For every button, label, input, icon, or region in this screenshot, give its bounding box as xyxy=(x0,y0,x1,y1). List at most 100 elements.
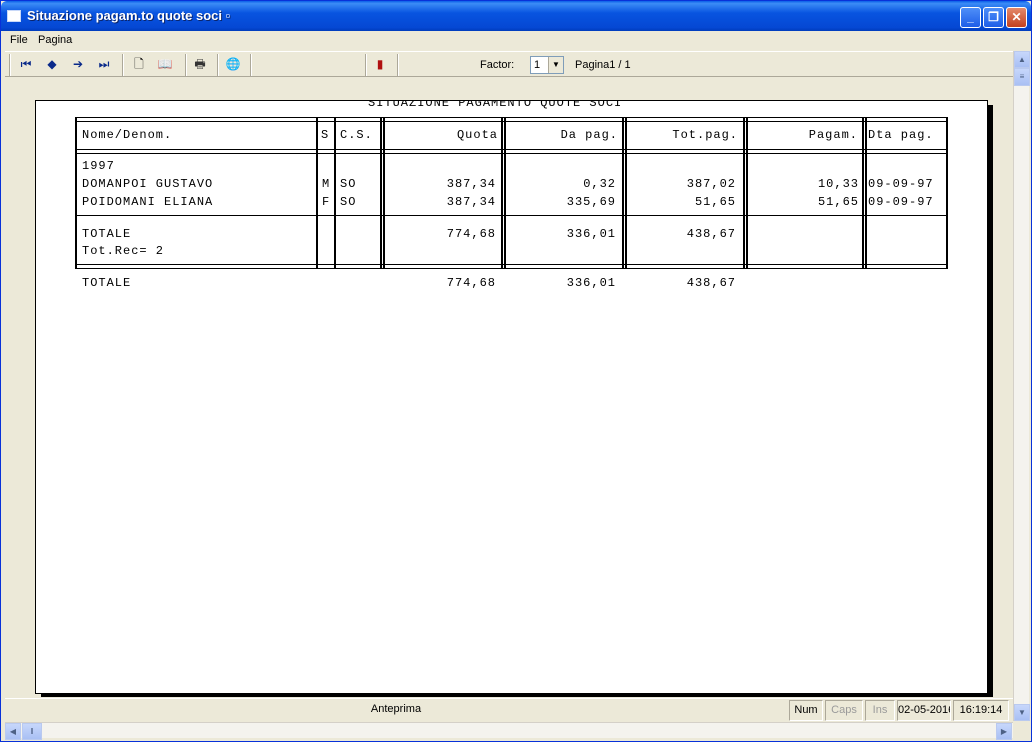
scroll-thumb[interactable]: ≡ xyxy=(1014,68,1030,86)
minimize-button[interactable]: _ xyxy=(960,7,981,28)
toolbar: ⏮ ◆ ➔ ⏭ 🗋 📖 🖶 🌐 ▮ Factor: 1 ▼ Pagina1 / … xyxy=(5,51,1013,77)
cell-pagam: 10,33 xyxy=(817,177,859,191)
menu-file[interactable]: File xyxy=(10,34,28,46)
scroll-left-icon[interactable]: ◀ xyxy=(5,723,21,740)
column-header: Pagam. xyxy=(808,128,858,142)
cell-dta-pag: 09-09-97 xyxy=(868,195,934,209)
column-header: Nome/Denom. xyxy=(82,128,173,142)
prev-page-icon[interactable]: ◆ xyxy=(43,56,61,72)
factor-value: 1 xyxy=(534,59,541,71)
table-rule xyxy=(77,215,947,216)
column-border xyxy=(316,117,318,269)
table-rule xyxy=(77,153,947,154)
toolbar-separator xyxy=(365,54,367,76)
preview-area[interactable]: SITUAZIONE PAGAMENTO QUOTE SOCI Nome/Den… xyxy=(5,78,1013,697)
two-pages-icon[interactable]: 📖 xyxy=(156,56,174,72)
app-window: Situazione pagam.to quote soci ▫ _ ❐ ✕ F… xyxy=(0,0,1032,742)
column-border xyxy=(743,117,745,269)
chevron-down-icon[interactable]: ▼ xyxy=(548,57,563,73)
restore-button[interactable]: ❐ xyxy=(983,7,1004,28)
scroll-up-icon[interactable]: ▲ xyxy=(1014,51,1030,68)
cell-cs: SO xyxy=(340,195,357,209)
column-border xyxy=(383,117,385,269)
column-header: S xyxy=(321,128,330,142)
table-rule xyxy=(77,121,947,122)
column-border xyxy=(865,117,867,269)
page-indicator: Pagina1 / 1 xyxy=(575,59,631,71)
close-button[interactable]: ✕ xyxy=(1006,7,1027,28)
column-border xyxy=(380,117,382,269)
grand-total-label: TOTALE xyxy=(82,276,132,290)
cell-da-pag: 0,32 xyxy=(583,177,616,191)
report-title: SITUAZIONE PAGAMENTO QUOTE SOCI xyxy=(368,100,623,110)
table-rule xyxy=(77,117,947,118)
cell-name: POIDOMANI ELIANA xyxy=(82,195,214,209)
next-page-icon[interactable]: ➔ xyxy=(69,56,87,72)
subtotal-label: TOTALE xyxy=(82,227,132,241)
scroll-right-icon[interactable]: ▶ xyxy=(996,723,1012,740)
status-time: 16:19:14 xyxy=(953,700,1009,721)
app-window-icon xyxy=(7,10,21,22)
report-content: SITUAZIONE PAGAMENTO QUOTE SOCI Nome/Den… xyxy=(36,100,987,693)
menu-bar: File Pagina xyxy=(1,31,1031,50)
single-page-icon[interactable]: 🗋 xyxy=(130,56,148,72)
cell-dta-pag: 09-09-97 xyxy=(868,177,934,191)
horizontal-scrollbar[interactable]: ◀ ‖ ▶ xyxy=(5,722,1013,740)
column-border xyxy=(622,117,624,269)
toolbar-separator xyxy=(122,54,124,76)
status-mode: Anteprima xyxy=(370,703,422,715)
toolbar-separator xyxy=(250,54,252,76)
column-border xyxy=(75,117,77,269)
subtotal-quota: 774,68 xyxy=(446,227,496,241)
scroll-thumb[interactable]: ‖ xyxy=(22,723,42,740)
cell-tot-pag: 51,65 xyxy=(694,195,736,209)
table-rule xyxy=(77,268,947,269)
table-rule xyxy=(77,149,947,150)
factor-select[interactable]: 1 ▼ xyxy=(530,56,564,74)
column-border xyxy=(334,117,336,269)
cell-quota: 387,34 xyxy=(446,195,496,209)
status-caps-lock: Caps xyxy=(825,700,863,721)
first-page-icon[interactable]: ⏮ xyxy=(17,56,35,72)
column-header: Tot.pag. xyxy=(672,128,738,142)
title-bar[interactable]: Situazione pagam.to quote soci ▫ _ ❐ ✕ xyxy=(1,1,1031,31)
subtotal-tot-pag: 438,67 xyxy=(686,227,736,241)
cell-tot-pag: 387,02 xyxy=(686,177,736,191)
column-header: Quota xyxy=(456,128,498,142)
toolbar-separator xyxy=(217,54,219,76)
print-icon[interactable]: 🖶 xyxy=(191,56,209,72)
column-border xyxy=(501,117,503,269)
toolbar-separator xyxy=(397,54,399,76)
status-num-lock: Num xyxy=(789,700,823,721)
window-title: Situazione pagam.to quote soci ▫ xyxy=(27,8,231,23)
menu-pagina[interactable]: Pagina xyxy=(38,34,72,46)
column-border xyxy=(504,117,506,269)
vertical-scrollbar[interactable]: ▲ ≡ ▼ xyxy=(1013,51,1030,721)
export-icon[interactable]: 🌐 xyxy=(224,56,242,72)
scroll-down-icon[interactable]: ▼ xyxy=(1014,704,1030,721)
cell-sex: M xyxy=(322,177,331,191)
cell-quota: 387,34 xyxy=(446,177,496,191)
toolbar-grip xyxy=(9,54,11,76)
column-header: Da pag. xyxy=(560,128,618,142)
column-border xyxy=(862,117,864,269)
status-bar: Anteprima Num Caps Ins 02-05-2016 16:19:… xyxy=(5,698,1013,721)
status-date: 02-05-2016 xyxy=(897,700,951,721)
factor-label: Factor: xyxy=(480,59,515,71)
cell-pagam: 51,65 xyxy=(817,195,859,209)
column-border xyxy=(625,117,627,269)
grand-total-da-pag: 336,01 xyxy=(566,276,616,290)
cell-cs: SO xyxy=(340,177,357,191)
group-label: 1997 xyxy=(82,159,115,173)
cell-name: DOMANPOI GUSTAVO xyxy=(82,177,214,191)
cell-sex: F xyxy=(322,195,331,209)
column-header: C.S. xyxy=(340,128,373,142)
status-insert: Ins xyxy=(865,700,895,721)
last-page-icon[interactable]: ⏭ xyxy=(95,56,113,72)
table-rule xyxy=(77,264,947,265)
exit-door-icon[interactable]: ▮ xyxy=(371,56,389,72)
subtotal-da-pag: 336,01 xyxy=(566,227,616,241)
cell-da-pag: 335,69 xyxy=(566,195,616,209)
column-header: Dta pag. xyxy=(868,128,934,142)
grand-total-quota: 774,68 xyxy=(446,276,496,290)
